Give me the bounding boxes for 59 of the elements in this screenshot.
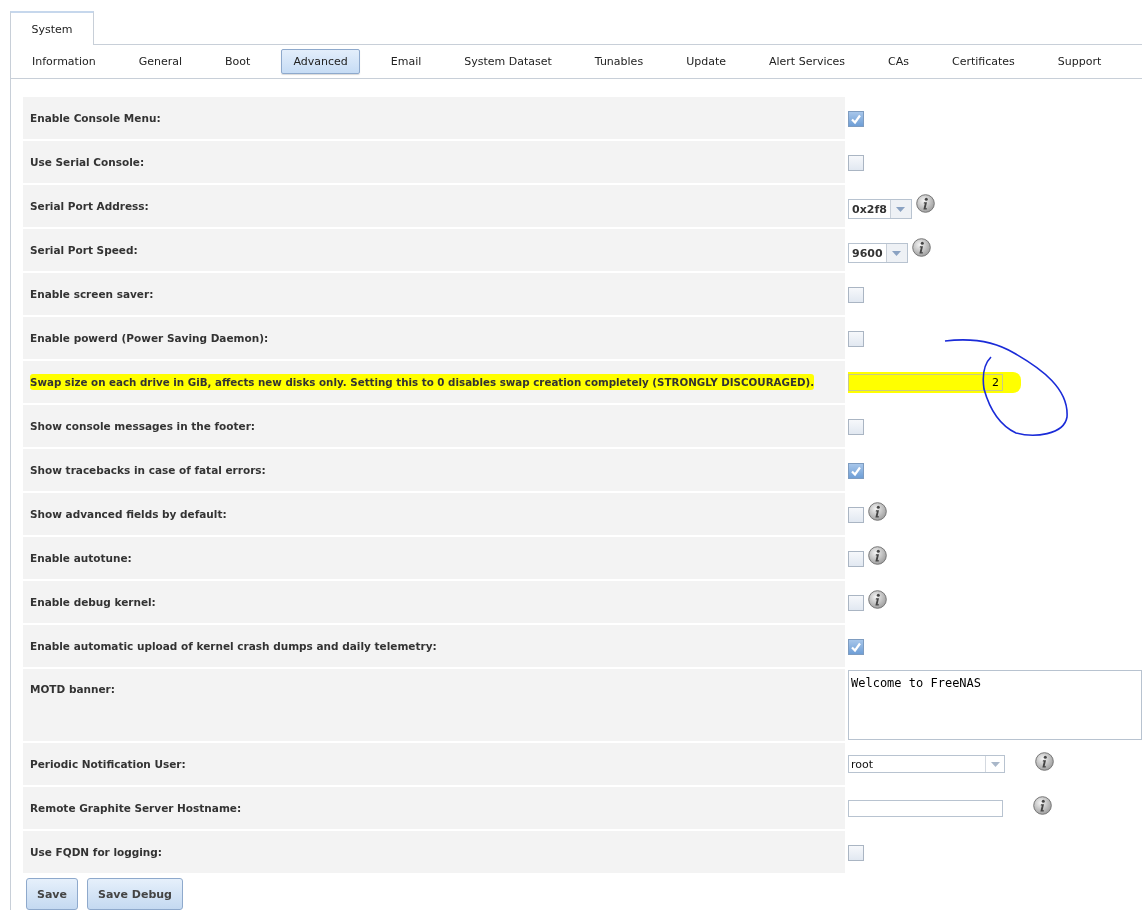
- input-field[interactable]: 2: [848, 373, 1003, 391]
- info-icon[interactable]: [868, 590, 887, 609]
- tab[interactable]: General: [126, 49, 195, 74]
- info-icon[interactable]: [915, 194, 935, 213]
- field-label: Show tracebacks in case of fatal errors:: [30, 464, 266, 476]
- tab[interactable]: Update: [674, 49, 738, 74]
- field-label: Serial Port Address:: [30, 200, 149, 212]
- save-button[interactable]: Save Debug: [87, 878, 183, 910]
- tab[interactable]: CAs: [876, 49, 921, 74]
- checkbox[interactable]: [848, 111, 864, 127]
- field-label: Enable Console Menu:: [30, 112, 161, 124]
- field-label: Periodic Notification User:: [30, 758, 186, 770]
- tab[interactable]: Tunables: [582, 49, 656, 74]
- field-label: Enable debug kernel:: [30, 596, 156, 608]
- field-label: Enable screen saver:: [30, 288, 154, 300]
- tab[interactable]: Certificates: [940, 49, 1027, 74]
- field-label: Show advanced fields by default:: [30, 508, 227, 520]
- field-label: Enable autotune:: [30, 552, 132, 564]
- tab[interactable]: Advanced: [281, 49, 360, 74]
- tab[interactable]: System: [10, 11, 94, 45]
- field-label: Use FQDN for logging:: [30, 846, 163, 858]
- info-icon[interactable]: [868, 502, 887, 521]
- checkbox[interactable]: [848, 155, 864, 171]
- info-icon[interactable]: [868, 546, 887, 565]
- save-button[interactable]: Save: [26, 878, 78, 910]
- tab[interactable]: Email: [378, 49, 434, 74]
- field-label: Enable powerd (Power Saving Daemon):: [30, 332, 269, 344]
- tab[interactable]: Support: [1045, 49, 1114, 74]
- tab[interactable]: Alert Services: [756, 49, 858, 74]
- field-label: Remote Graphite Server Hostname:: [30, 802, 242, 814]
- caret-icon: [892, 250, 902, 256]
- checkbox[interactable]: [848, 551, 864, 567]
- dropdown[interactable]: 0x2f8: [848, 199, 912, 219]
- dropdown[interactable]: 9600: [848, 243, 908, 263]
- field-label: Use Serial Console:: [30, 156, 145, 168]
- input-field[interactable]: [848, 799, 1003, 817]
- info-icon[interactable]: [1035, 752, 1054, 771]
- field-label: Swap size on each drive in GiB, affects new disks only. Setting this to 0 disables swap creation completely (STRONGLY DISCOURAGED).: [30, 374, 815, 390]
- field-label: Enable automatic upload of kernel crash dumps and daily telemetry:: [30, 640, 437, 652]
- tab[interactable]: Information: [20, 49, 108, 74]
- caret-icon: [896, 206, 906, 212]
- field-label: MOTD banner:: [30, 683, 115, 695]
- caret-icon: [990, 761, 1000, 767]
- checkbox[interactable]: [848, 639, 864, 655]
- checkbox[interactable]: [848, 463, 864, 479]
- dropdown[interactable]: root: [848, 755, 1005, 773]
- field-label: Serial Port Speed:: [30, 244, 138, 256]
- checkbox[interactable]: [848, 595, 864, 611]
- checkbox[interactable]: [848, 419, 864, 435]
- field-label: Show console messages in the footer:: [30, 420, 256, 432]
- tab[interactable]: System Dataset: [452, 49, 564, 74]
- text-area[interactable]: Welcome to FreeNAS: [848, 670, 1142, 740]
- info-icon[interactable]: [911, 238, 931, 257]
- checkbox[interactable]: [848, 287, 864, 303]
- checkbox[interactable]: [848, 331, 864, 347]
- checkbox[interactable]: [848, 845, 864, 861]
- tab[interactable]: Boot: [213, 49, 263, 74]
- checkbox[interactable]: [848, 507, 864, 523]
- info-icon[interactable]: [1033, 796, 1052, 815]
